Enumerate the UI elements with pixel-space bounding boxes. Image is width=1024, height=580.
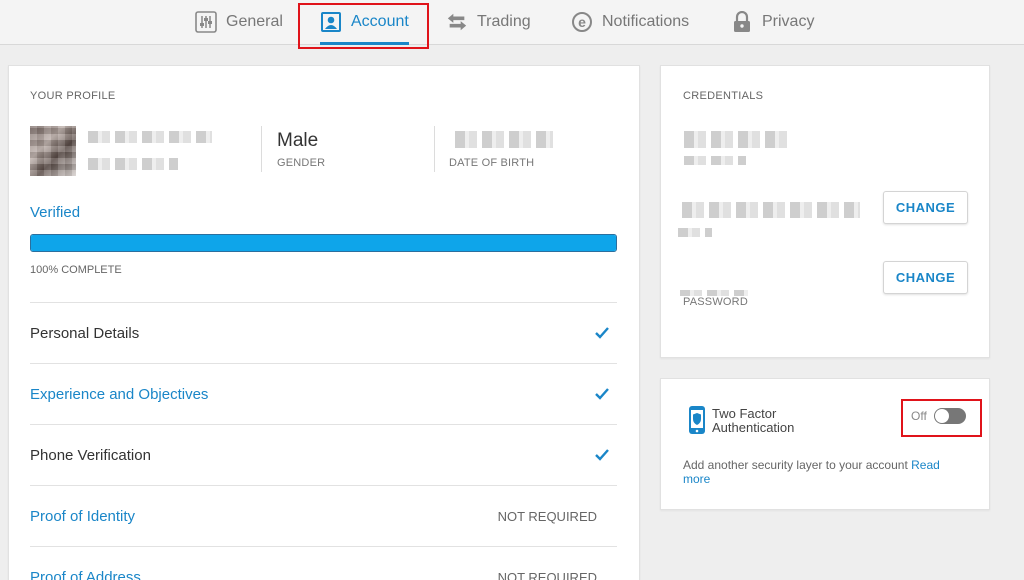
verified-status: Verified <box>30 204 81 221</box>
credentials-section-label: CREDENTIALS <box>683 90 764 102</box>
divider <box>434 126 435 172</box>
gender-label: GENDER <box>277 157 326 169</box>
avatar <box>30 126 76 176</box>
lock-icon <box>731 11 753 33</box>
tab-trading[interactable]: Trading <box>446 0 531 44</box>
status-text: NOT REQUIRED <box>497 569 597 580</box>
checkmark-icon <box>595 388 609 400</box>
checkmark-icon <box>595 327 609 339</box>
toggle-highlight <box>901 399 982 437</box>
row-label: Proof of Identity <box>30 507 136 525</box>
redacted-name <box>88 131 212 143</box>
tab-label: General <box>226 13 283 30</box>
redacted-email-label <box>678 228 712 237</box>
two-factor-description: Add another security layer to your accou… <box>683 458 953 486</box>
verification-progress-bar <box>30 234 617 252</box>
profile-section-label: YOUR PROFILE <box>30 90 116 102</box>
row-label: Phone Verification <box>30 446 151 464</box>
tab-notifications[interactable]: e Notifications <box>571 0 689 44</box>
account-tab-highlight <box>298 3 429 49</box>
redacted-username <box>88 158 178 170</box>
list-item-proof-of-identity[interactable]: Proof of Identity NOT REQUIRED <box>30 485 617 546</box>
row-label: Experience and Objectives <box>30 385 209 403</box>
list-item-proof-of-address[interactable]: Proof of Address NOT REQUIRED <box>30 546 617 580</box>
redacted-login <box>684 131 790 148</box>
password-label: PASSWORD <box>683 296 748 308</box>
tab-label: Privacy <box>762 13 815 30</box>
sliders-icon <box>195 11 217 33</box>
row-label: Proof of Address <box>30 568 141 580</box>
checkmark-icon <box>595 449 609 461</box>
status-text: NOT REQUIRED <box>497 508 597 524</box>
divider <box>261 126 262 172</box>
list-item-phone-verification[interactable]: Phone Verification <box>30 424 617 485</box>
progress-fill <box>31 235 616 251</box>
change-password-button[interactable]: CHANGE <box>883 261 968 294</box>
tab-privacy[interactable]: Privacy <box>731 0 814 44</box>
list-item-personal-details[interactable]: Personal Details <box>30 302 617 363</box>
description-text: Add another security layer to your accou… <box>683 458 908 472</box>
phone-shield-icon <box>689 406 705 434</box>
list-item-experience-objectives[interactable]: Experience and Objectives <box>30 363 617 424</box>
svg-text:e: e <box>578 14 586 30</box>
row-label: Personal Details <box>30 324 140 342</box>
dob-label: DATE OF BIRTH <box>449 157 535 169</box>
tab-label: Notifications <box>602 13 690 30</box>
transfer-arrows-icon <box>446 11 468 33</box>
tab-general[interactable]: General <box>195 0 283 44</box>
change-email-button[interactable]: CHANGE <box>883 191 968 224</box>
redacted-dob-value <box>455 131 553 148</box>
redacted-login-label <box>684 156 746 165</box>
two-factor-title: Two Factor Authentication <box>712 406 795 435</box>
tab-label: Trading <box>477 13 531 30</box>
progress-text: 100% COMPLETE <box>30 264 122 276</box>
notification-icon: e <box>571 11 593 33</box>
two-factor-card <box>660 378 990 510</box>
gender-value: Male <box>277 130 319 151</box>
redacted-email <box>682 202 860 218</box>
settings-tab-bar: General Account Trading e Notifications … <box>0 0 1024 45</box>
